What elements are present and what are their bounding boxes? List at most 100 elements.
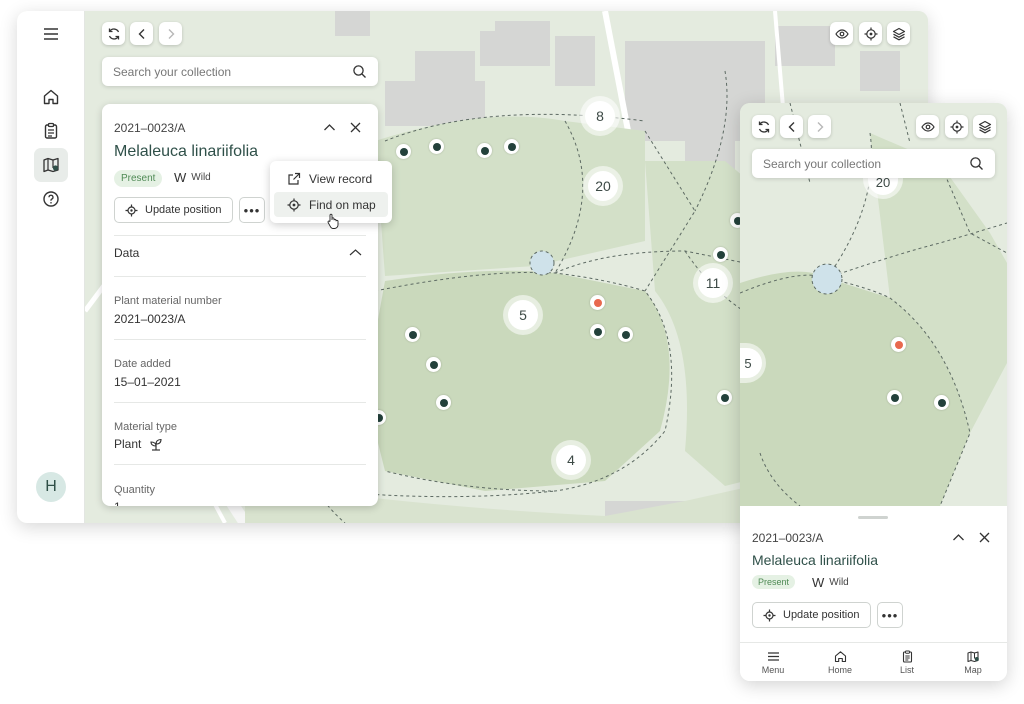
expand-button[interactable] (949, 528, 967, 546)
provenance-code: W (174, 170, 187, 185)
refresh-icon (758, 120, 769, 133)
search-placeholder: Search your collection (763, 156, 882, 171)
plant-marker[interactable] (436, 395, 451, 410)
tab-home[interactable]: Home (807, 643, 873, 681)
menu-icon (767, 652, 779, 661)
plant-marker[interactable] (717, 390, 732, 405)
sidebar-item-help[interactable] (34, 182, 68, 216)
more-options-button[interactable]: ••• (877, 602, 903, 628)
avatar-initial: H (45, 478, 57, 495)
cluster-marker[interactable]: 20 (583, 166, 623, 206)
plant-marker[interactable] (426, 357, 441, 372)
cluster-count: 8 (585, 101, 615, 131)
search-placeholder: Search your collection (113, 64, 232, 79)
collapse-button[interactable] (320, 118, 338, 136)
search-icon (353, 65, 366, 78)
map-icon (43, 157, 59, 173)
tab-label: Menu (761, 665, 785, 675)
menu-item-view-record[interactable]: View record (274, 166, 388, 191)
plant-marker[interactable] (713, 247, 728, 262)
update-position-label: Update position (783, 609, 860, 621)
forward-button[interactable] (808, 115, 831, 138)
crosshair-icon (864, 27, 877, 40)
field-value: Plant (114, 437, 163, 451)
field-label: Quantity (114, 484, 155, 496)
plant-marker[interactable] (590, 324, 605, 339)
plant-marker[interactable] (934, 395, 949, 410)
update-position-button[interactable]: Update position (752, 602, 871, 628)
close-button[interactable] (346, 118, 364, 136)
back-button[interactable] (780, 115, 803, 138)
refresh-button[interactable] (752, 115, 775, 138)
refresh-button[interactable] (102, 22, 125, 45)
plant-marker[interactable] (887, 390, 902, 405)
locate-button[interactable] (945, 115, 968, 138)
cluster-marker[interactable]: 8 (580, 96, 620, 136)
chevron-up-icon (952, 533, 964, 540)
field-value-text: 15–01–2021 (114, 375, 181, 389)
plant-marker[interactable] (618, 327, 633, 342)
data-section-title: Data (114, 246, 140, 260)
eye-location-icon (834, 28, 849, 39)
field-value: 1 (114, 500, 121, 506)
layers-button[interactable] (973, 115, 996, 138)
update-position-button[interactable]: Update position (114, 197, 233, 223)
locate-button[interactable] (859, 22, 882, 45)
menu-icon (44, 28, 58, 40)
plant-marker[interactable] (405, 327, 420, 342)
layers-button[interactable] (887, 22, 910, 45)
mobile-frame: 20 5 Search your collection 2021–0023/A … (740, 103, 1007, 681)
chevron-right-icon (817, 121, 823, 132)
tab-map[interactable]: Map (940, 643, 1006, 681)
cluster-count: 11 (698, 268, 728, 298)
plant-marker[interactable] (396, 144, 411, 159)
help-icon (43, 191, 59, 207)
home-icon (43, 89, 59, 105)
chevron-left-icon (788, 121, 794, 132)
status-badge: Present (114, 170, 163, 187)
status-badge: Present (752, 575, 796, 589)
refresh-icon (108, 27, 119, 40)
cluster-marker[interactable]: 4 (551, 440, 591, 480)
sidebar-menu-button[interactable] (34, 17, 68, 51)
view-location-button[interactable] (830, 22, 853, 45)
field-value-text: 1 (114, 500, 121, 506)
tab-list[interactable]: List (874, 643, 940, 681)
plant-marker[interactable] (429, 139, 444, 154)
plant-icon (150, 438, 162, 451)
data-section-collapse-button[interactable] (346, 243, 364, 261)
selected-plant-marker[interactable] (590, 295, 605, 310)
home-icon (834, 651, 846, 663)
plant-marker[interactable] (504, 139, 519, 154)
plant-marker[interactable] (477, 143, 492, 158)
close-button[interactable] (975, 528, 993, 546)
layers-icon (978, 120, 991, 133)
cluster-marker[interactable]: 5 (503, 295, 543, 335)
field-value: 2021–0023/A (114, 312, 185, 326)
eye-location-icon (920, 121, 935, 132)
provenance: W Wild (174, 170, 211, 185)
view-location-button[interactable] (916, 115, 939, 138)
accession-number: 2021–0023/A (752, 531, 824, 545)
divider (114, 339, 366, 340)
tab-label: Map (964, 665, 982, 675)
sidebar-item-map[interactable] (34, 148, 68, 182)
cluster-marker[interactable]: 11 (693, 263, 733, 303)
sheet-drag-handle[interactable] (858, 516, 888, 519)
avatar[interactable]: H (36, 472, 66, 502)
sidebar-item-home[interactable] (34, 80, 68, 114)
selected-plant-marker[interactable] (891, 337, 906, 352)
divider (114, 402, 366, 403)
search-input[interactable]: Search your collection (102, 57, 378, 86)
sidebar-item-list[interactable] (34, 114, 68, 148)
clipboard-icon (44, 122, 58, 139)
back-button[interactable] (130, 22, 153, 45)
cluster-count: 5 (508, 300, 538, 330)
more-options-button[interactable]: ••• (239, 197, 265, 223)
tab-menu[interactable]: Menu (740, 643, 806, 681)
menu-item-label: Find on map (309, 197, 376, 212)
search-input[interactable]: Search your collection (752, 149, 995, 178)
forward-button[interactable] (159, 22, 182, 45)
close-icon (350, 122, 360, 132)
record-bottom-sheet: 2021–0023/A Melaleuca linariifolia Prese… (740, 506, 1007, 681)
